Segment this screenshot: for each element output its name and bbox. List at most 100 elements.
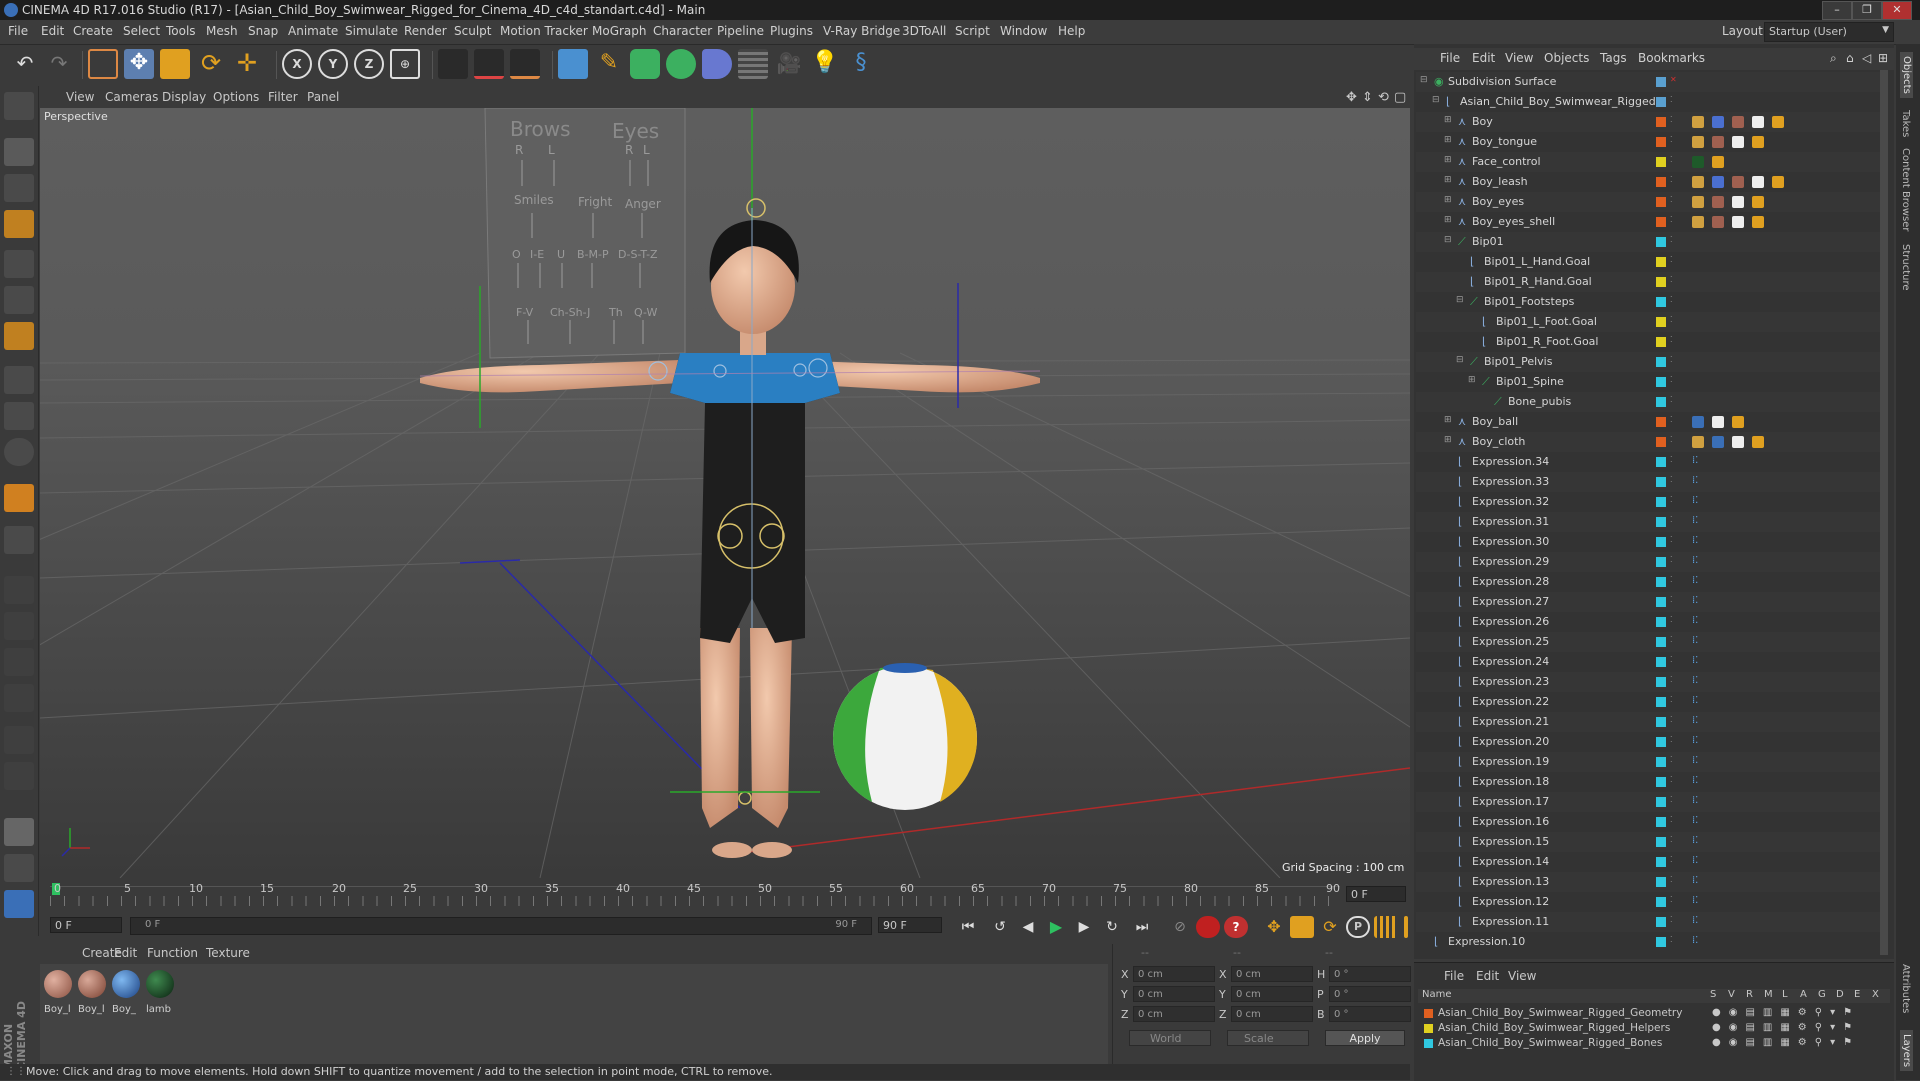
object-row[interactable]: ⌊ Expression.13 ⁚ ⁞⁚	[1416, 872, 1888, 892]
visibility-dots-icon[interactable]: ⁚	[1670, 275, 1673, 284]
visibility-dots-icon[interactable]: ⁚	[1670, 755, 1673, 764]
expression-tag-icon[interactable]: ⁞⁚	[1692, 776, 1704, 788]
visibility-dots-icon[interactable]: ⁚	[1670, 575, 1673, 584]
object-tag-icon[interactable]	[1732, 216, 1744, 228]
object-row[interactable]: ⊞ ⋏ Boy_eyes ⁚	[1416, 192, 1888, 212]
viewport-menu-view[interactable]: View	[66, 90, 94, 104]
layer-toggle-icons[interactable]: ●◉▤▥▦⚙⚲▾⚑	[1712, 1022, 1860, 1033]
expression-tag-icon[interactable]: ⁞⁚	[1692, 876, 1704, 888]
object-tag-icon[interactable]	[1692, 216, 1704, 228]
coordinate-system-icon[interactable]: ⊕	[390, 49, 420, 79]
autokeying-icon[interactable]	[1196, 916, 1220, 938]
object-row[interactable]: ⊟ ⟋ Bip01 ⁚	[1416, 232, 1888, 252]
layer-color-swatch[interactable]	[1656, 437, 1666, 447]
visibility-dots-icon[interactable]: ⁚	[1670, 895, 1673, 904]
tab-attributes[interactable]: Attributes	[1900, 964, 1911, 1013]
material-menu-texture[interactable]: Texture	[206, 946, 250, 960]
object-row[interactable]: ⌊ Expression.17 ⁚ ⁞⁚	[1416, 792, 1888, 812]
object-row[interactable]: ⌊ Bip01_L_Foot.Goal ⁚	[1416, 312, 1888, 332]
visibility-dots-icon[interactable]: ⁚	[1670, 175, 1673, 184]
quantize-icon[interactable]	[4, 526, 34, 554]
expression-tag-icon[interactable]: ⁞⁚	[1692, 816, 1704, 828]
layer-color-swatch[interactable]	[1656, 717, 1666, 727]
scale-tool-icon[interactable]	[160, 49, 190, 79]
menu-help[interactable]: Help	[1058, 24, 1085, 38]
menu-animate[interactable]: Animate	[288, 24, 338, 38]
material-swatch[interactable]	[146, 970, 174, 998]
object-row[interactable]: ⌊ Expression.21 ⁚ ⁞⁚	[1416, 712, 1888, 732]
layer-color-swatch[interactable]	[1656, 697, 1666, 707]
object-row[interactable]: ⌊ Expression.19 ⁚ ⁞⁚	[1416, 752, 1888, 772]
sculpt-smooth-icon[interactable]	[4, 612, 34, 640]
object-tag-icon[interactable]	[1692, 136, 1704, 148]
layer-color-swatch[interactable]	[1656, 857, 1666, 867]
redo-icon[interactable]: ↷	[44, 49, 74, 79]
render-settings-icon[interactable]	[510, 49, 540, 79]
expression-tag-icon[interactable]: ⁞⁚	[1692, 556, 1704, 568]
visibility-dots-icon[interactable]: ⁚	[1670, 115, 1673, 124]
sculpt-pull-icon[interactable]	[4, 576, 34, 604]
visibility-dots-icon[interactable]: ⁚	[1670, 515, 1673, 524]
key-rotation-icon[interactable]: ⟳	[1318, 916, 1342, 938]
layer-color-swatch[interactable]	[1656, 877, 1666, 887]
rotate-tool-icon[interactable]: ⟳	[196, 49, 226, 79]
object-tag-icon[interactable]	[1692, 176, 1704, 188]
visibility-dots-icon[interactable]: ⁚	[1670, 415, 1673, 424]
layer-color-swatch[interactable]	[1656, 117, 1666, 127]
apply-button[interactable]: Apply	[1325, 1030, 1405, 1046]
menu-mograph[interactable]: MoGraph	[592, 24, 647, 38]
transform-tool-icon[interactable]: ✛	[232, 49, 262, 79]
om-menu-tags[interactable]: Tags	[1600, 51, 1627, 65]
viewport-maximize-icon[interactable]: ▢	[1394, 90, 1406, 105]
object-scrollbar[interactable]	[1880, 70, 1888, 955]
points-mode-icon[interactable]	[4, 250, 34, 278]
cloner-icon[interactable]	[666, 49, 696, 79]
layer-color-swatch[interactable]	[1656, 637, 1666, 647]
layer-color-swatch[interactable]	[1656, 577, 1666, 587]
object-tag-icon[interactable]	[1732, 136, 1744, 148]
material-swatch[interactable]	[112, 970, 140, 998]
layer-color-swatch[interactable]	[1656, 457, 1666, 467]
menu-create[interactable]: Create	[73, 24, 113, 38]
end-frame-field[interactable]: 90 F	[878, 917, 942, 933]
expand-toggle-icon[interactable]: ⊞	[1444, 415, 1452, 425]
expression-tag-icon[interactable]: ⁞⁚	[1692, 856, 1704, 868]
visibility-dots-icon[interactable]: ⁚	[1670, 475, 1673, 484]
object-row[interactable]: ⌊ Expression.29 ⁚ ⁞⁚	[1416, 552, 1888, 572]
z-axis-lock-icon[interactable]: Z	[354, 49, 384, 79]
object-tag-icon[interactable]	[1692, 416, 1704, 428]
layer-color-swatch[interactable]	[1656, 797, 1666, 807]
visibility-dots-icon[interactable]: ⁚	[1670, 395, 1673, 404]
object-row[interactable]: ⊞ ⋏ Boy ⁚	[1416, 112, 1888, 132]
tab-takes[interactable]: Takes	[1900, 110, 1911, 137]
expand-toggle-icon[interactable]: ⊞	[1444, 195, 1452, 205]
material-menu-function[interactable]: Function	[147, 946, 198, 960]
expression-tag-icon[interactable]: ⁞⁚	[1692, 516, 1704, 528]
om-menu-objects[interactable]: Objects	[1544, 51, 1589, 65]
new-panel-icon[interactable]: ⊞	[1878, 51, 1888, 65]
object-row[interactable]: ⌊ Expression.23 ⁚ ⁞⁚	[1416, 672, 1888, 692]
object-row[interactable]: ⊞ ⋏ Face_control ⁚	[1416, 152, 1888, 172]
magnet-icon[interactable]	[4, 484, 34, 512]
viewport-menu-panel[interactable]: Panel	[307, 90, 339, 104]
previous-frame-icon[interactable]: ◀	[1016, 916, 1040, 938]
layer-color-swatch[interactable]	[1656, 297, 1666, 307]
expression-tag-icon[interactable]: ⁞⁚	[1692, 636, 1704, 648]
expression-tag-icon[interactable]: ⁞⁚	[1692, 676, 1704, 688]
expression-tag-icon[interactable]: ⁞⁚	[1692, 496, 1704, 508]
layer-menu-view[interactable]: View	[1508, 969, 1536, 983]
expand-toggle-icon[interactable]: ⊞	[1468, 375, 1476, 385]
layer-menu-edit[interactable]: Edit	[1476, 969, 1499, 983]
menu-file[interactable]: File	[8, 24, 28, 38]
go-to-start-icon[interactable]: ⏮	[956, 916, 980, 938]
object-row[interactable]: ⊞ ⋏ Boy_eyes_shell ⁚	[1416, 212, 1888, 232]
layer-color-swatch[interactable]	[1656, 497, 1666, 507]
expand-toggle-icon[interactable]: ⊞	[1444, 435, 1452, 445]
layer-color-swatch[interactable]	[1656, 677, 1666, 687]
viewport-menu-cameras[interactable]: Cameras	[105, 90, 158, 104]
visibility-dots-icon[interactable]: ⁚	[1670, 935, 1673, 944]
object-row[interactable]: ⊞ ⟋ Bip01_Spine ⁚	[1416, 372, 1888, 392]
visibility-dots-icon[interactable]: ⁚	[1670, 695, 1673, 704]
object-tag-icon[interactable]	[1752, 176, 1764, 188]
layer-color-swatch[interactable]	[1656, 317, 1666, 327]
